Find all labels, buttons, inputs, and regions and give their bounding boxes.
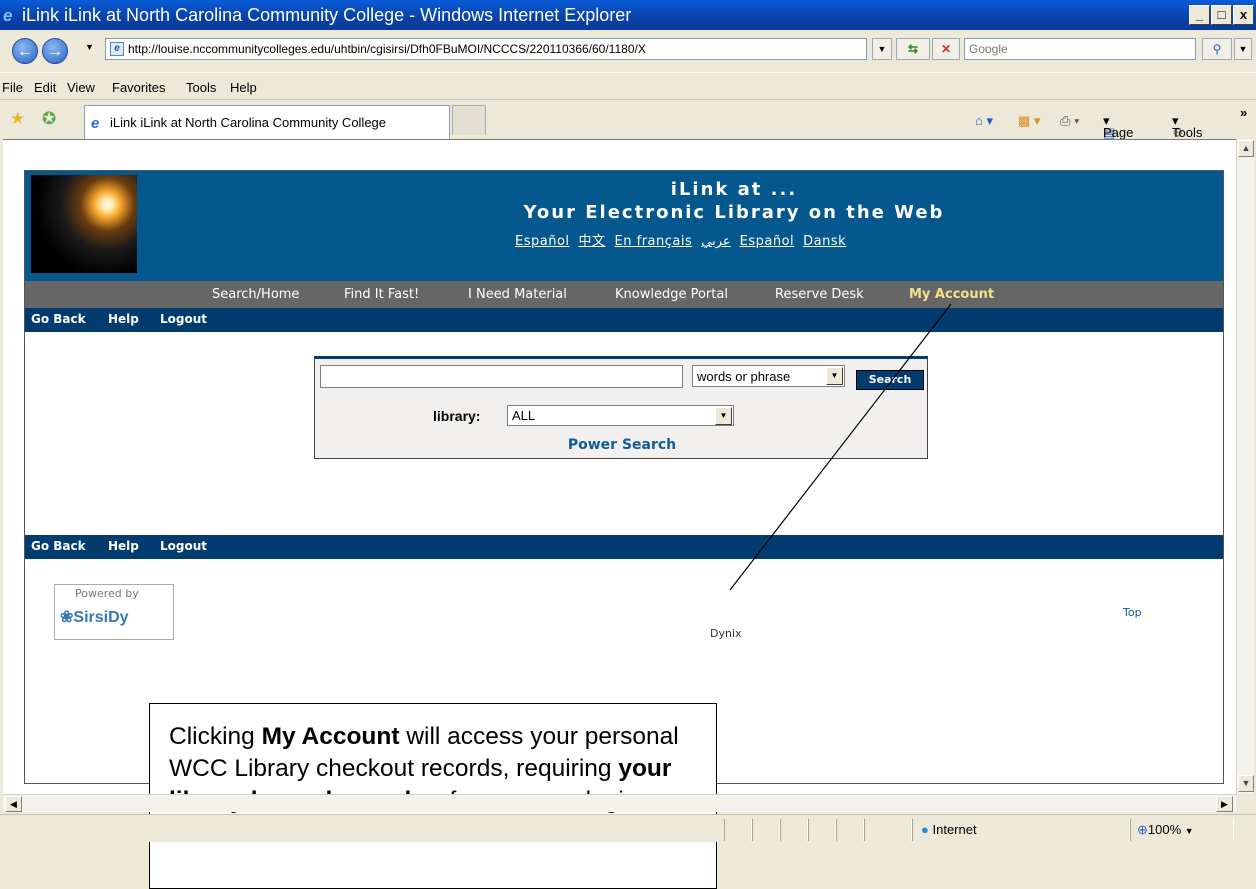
home-icon[interactable]: ⌂ ▾ xyxy=(975,113,993,129)
status-pane xyxy=(780,819,808,841)
refresh-button[interactable]: ⇆ xyxy=(896,38,930,60)
tab-bar: ★ ✪ e iLink iLink at North Carolina Comm… xyxy=(0,101,1256,140)
status-pane xyxy=(864,819,912,841)
close-button[interactable]: x xyxy=(1233,5,1254,25)
print-icon[interactable]: ⎙ ▾ xyxy=(1060,113,1079,129)
scroll-down-arrow-icon[interactable]: ▼ xyxy=(1238,775,1254,792)
ie-logo-icon: e xyxy=(3,6,13,25)
address-input[interactable]: e http://louise.nccommunitycolleges.edu/… xyxy=(105,38,867,60)
menu-file[interactable]: File xyxy=(2,80,23,95)
menu-view[interactable]: View xyxy=(67,80,95,95)
tools-menu-button[interactable]: ⚙ Tools ▾ xyxy=(1172,113,1202,140)
zoom-control[interactable]: ⊕100% ▼ xyxy=(1130,819,1234,841)
address-url-text: http://louise.nccommunitycolleges.edu/uh… xyxy=(128,42,646,56)
zoom-level: 100% xyxy=(1147,822,1182,837)
zoom-icon: ⊕ xyxy=(1137,822,1148,837)
page-icon: e xyxy=(110,42,124,56)
menu-edit[interactable]: Edit xyxy=(34,80,56,95)
favorites-center-star-icon[interactable]: ★ xyxy=(10,109,25,129)
tab-title: iLink iLink at North Carolina Community … xyxy=(110,115,387,130)
recent-pages-dropdown-icon[interactable]: ▼ xyxy=(85,42,94,52)
search-placeholder: Google xyxy=(969,42,1008,56)
zone-label: Internet xyxy=(932,822,977,837)
status-bar: ● Internet ⊕100% ▼ xyxy=(0,814,1256,842)
horizontal-scrollbar[interactable]: ◀ ▶ xyxy=(3,794,1236,812)
menu-bar: File Edit View Favorites Tools Help xyxy=(0,72,1256,100)
zoom-dropdown-icon: ▼ xyxy=(1184,826,1194,836)
search-input[interactable]: Google xyxy=(964,38,1196,60)
minimize-button[interactable]: _ xyxy=(1189,5,1210,25)
scroll-right-arrow-icon[interactable]: ▶ xyxy=(1216,796,1233,812)
status-pane xyxy=(808,819,836,841)
new-tab-button[interactable] xyxy=(452,105,486,135)
window-title-bar: e iLink iLink at North Carolina Communit… xyxy=(0,0,1256,30)
chevron-more-icon[interactable]: » xyxy=(1240,105,1247,120)
status-pane xyxy=(724,819,752,841)
feeds-icon[interactable]: ▩ ▾ xyxy=(1018,113,1040,129)
menu-favorites[interactable]: Favorites xyxy=(112,80,165,95)
tab-ilink[interactable]: e iLink iLink at North Carolina Communit… xyxy=(84,105,450,139)
status-pane xyxy=(836,819,864,841)
page-menu-button[interactable]: ▤ Page ▾ xyxy=(1103,113,1133,140)
add-favorites-star-icon[interactable]: ✪ xyxy=(42,109,56,129)
tab-ie-icon: e xyxy=(91,115,100,132)
maximize-button[interactable]: □ xyxy=(1211,5,1232,25)
globe-icon: ● xyxy=(921,822,929,837)
search-options-dropdown-icon[interactable]: ▼ xyxy=(1234,38,1252,60)
stop-button[interactable]: ✕ xyxy=(932,38,960,60)
menu-help[interactable]: Help xyxy=(230,80,257,95)
callout-pointer-line xyxy=(729,303,952,591)
scroll-up-arrow-icon[interactable]: ▲ xyxy=(1238,140,1254,157)
back-button[interactable]: ← xyxy=(12,38,38,64)
scroll-left-arrow-icon[interactable]: ◀ xyxy=(5,796,22,812)
address-dropdown-button[interactable]: ▼ xyxy=(872,38,892,60)
window-title: iLink iLink at North Carolina Community … xyxy=(22,5,632,25)
page-menu-label: Page xyxy=(1103,125,1134,140)
address-toolbar: ← → ▼ e http://louise.nccommunitycollege… xyxy=(0,30,1256,70)
page-viewport: iLink at ... Your Electronic Library on … xyxy=(3,139,1236,889)
vertical-scrollbar[interactable]: ▲ ▼ xyxy=(1236,139,1254,794)
menu-tools[interactable]: Tools xyxy=(186,80,216,95)
search-button-icon[interactable]: ⚲ xyxy=(1202,38,1232,60)
tools-menu-label: Tools xyxy=(1172,125,1203,140)
status-pane xyxy=(752,819,780,841)
security-zone: ● Internet xyxy=(912,819,1130,841)
forward-button[interactable]: → xyxy=(42,38,68,64)
